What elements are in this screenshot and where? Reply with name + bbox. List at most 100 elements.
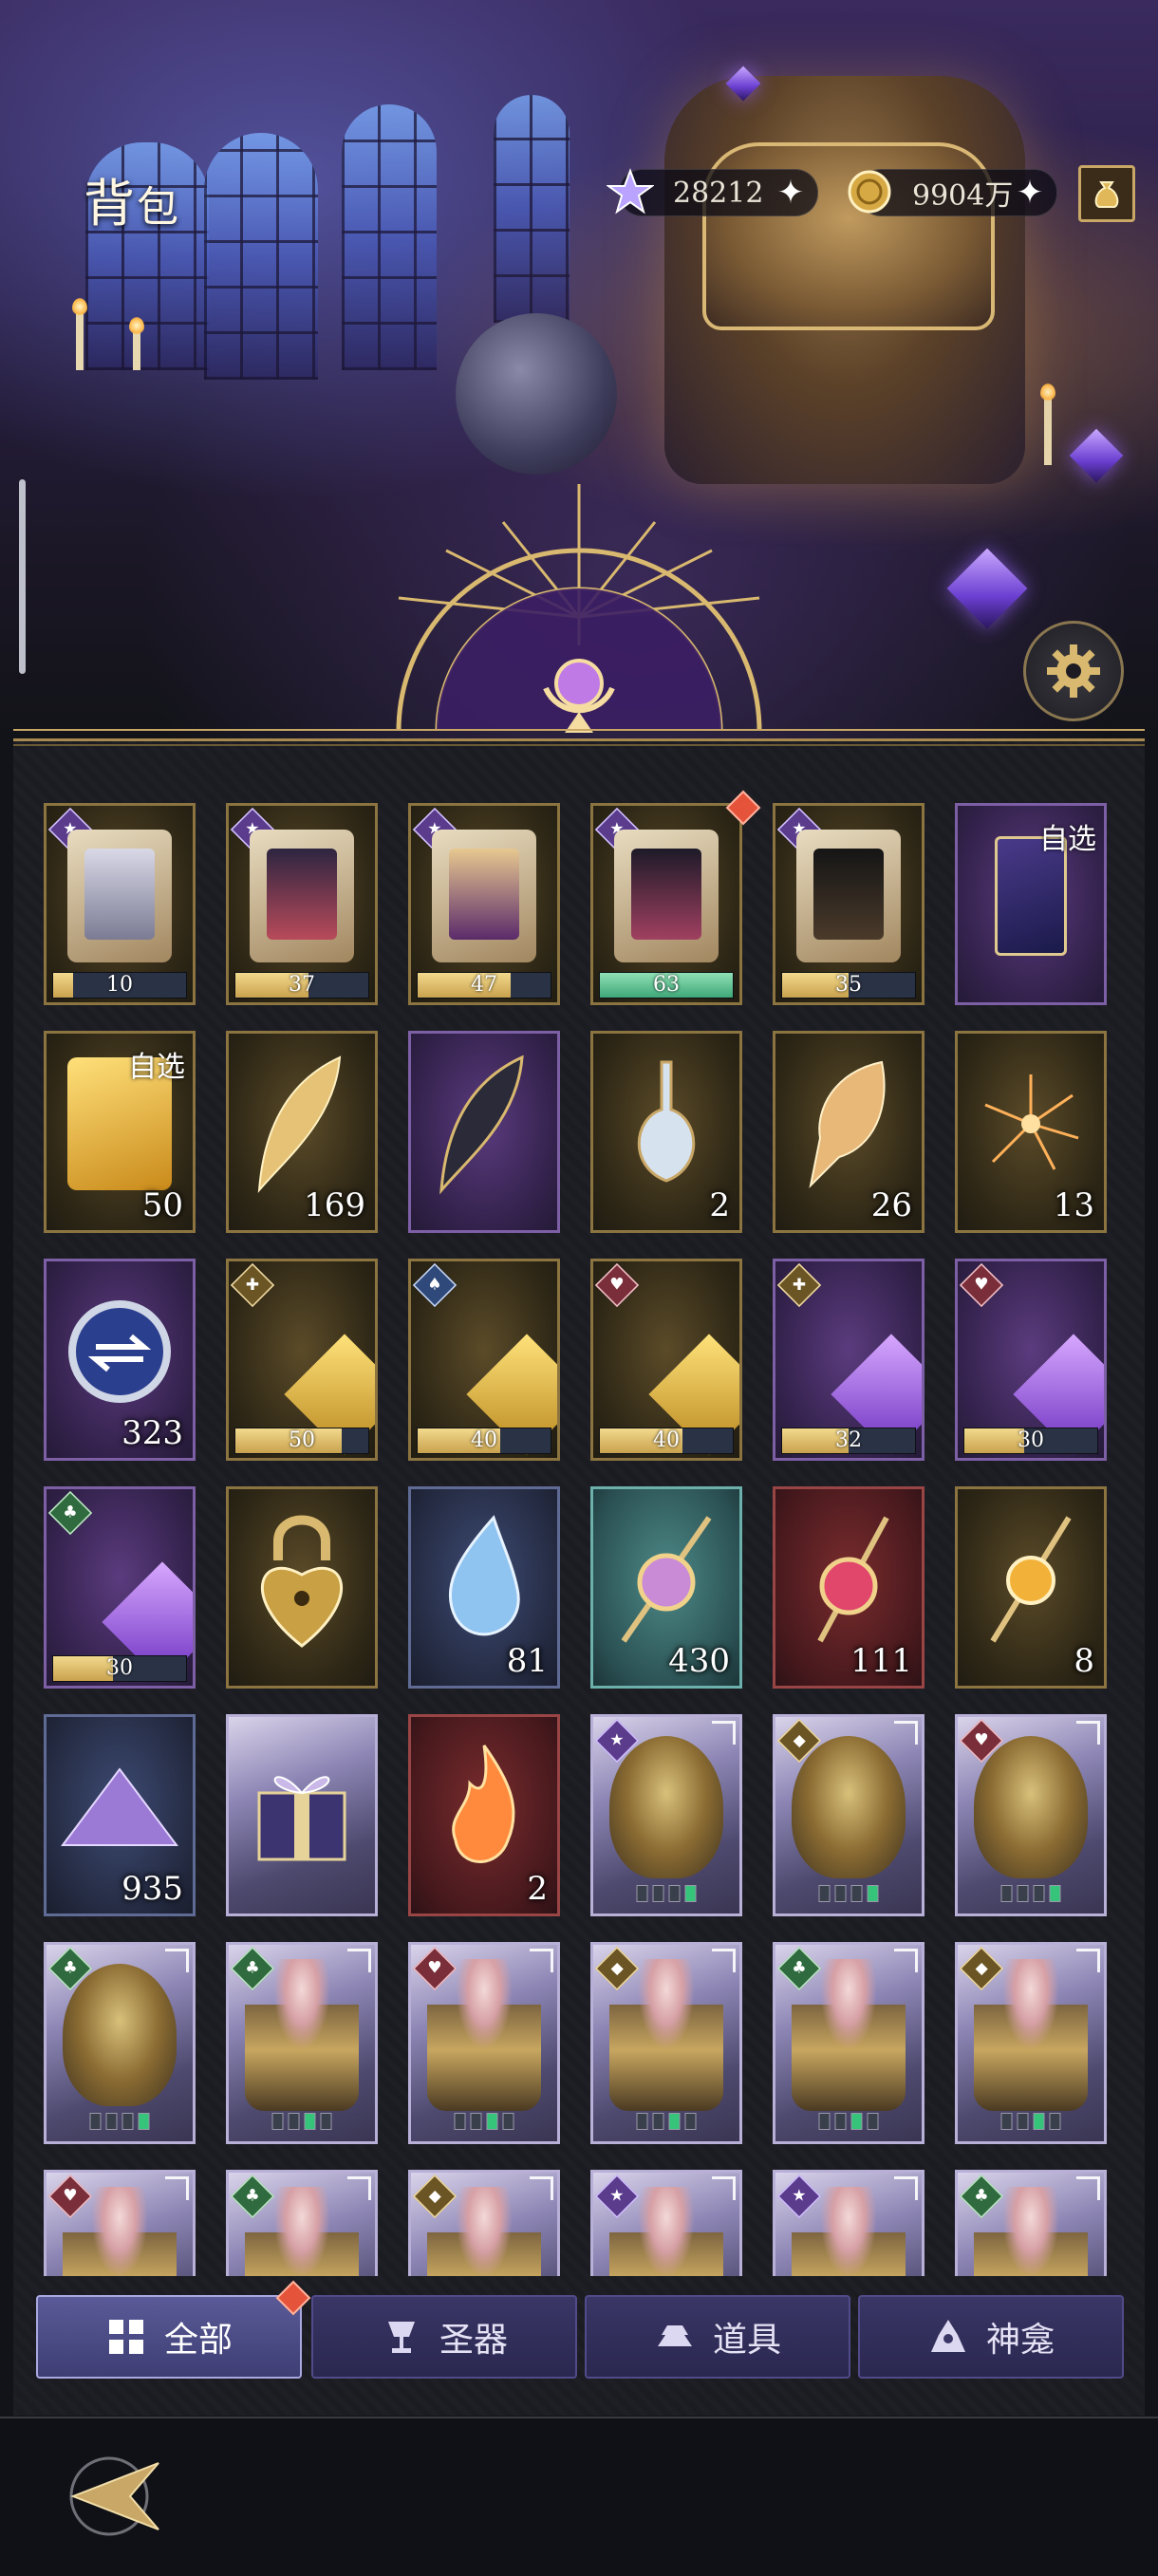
item-coin-token[interactable]: 323 [44,1259,196,1461]
orb-scepter-icon [990,1516,1072,1643]
shard-progress-bar: 40 [417,1428,551,1454]
item-gold-shard[interactable]: ♠ 40 [408,1259,560,1461]
item-count: 26 [870,1186,912,1224]
item-lotus-relic[interactable]: ★ [590,2170,742,2276]
star-gem-amount: 28212 [673,176,764,210]
backpack-illustration [664,76,1025,484]
item-tear-gem[interactable]: 81 [408,1486,560,1689]
stained-window [342,104,437,370]
tab-label: 全部 [163,2321,233,2360]
item-count: 169 [304,1186,365,1224]
item-sacred-card[interactable]: ◆ [773,1714,925,1916]
item-character-fragment[interactable]: ★ 10 [44,803,196,1005]
lotus-relic-icon [427,1959,541,2112]
item-lotus-relic[interactable]: ◆ [590,1942,742,2144]
level-pips [89,2113,150,2130]
lotus-relic-icon [792,2187,906,2276]
gift-box-icon [257,1776,346,1861]
lotus-relic-icon [245,1959,359,2112]
item-lotus-relic[interactable]: ♣ [226,1942,378,2144]
tab-relics[interactable]: 圣器 [311,2295,577,2379]
item-purple-shard[interactable]: ✚ 32 [773,1259,925,1461]
item-sacred-card[interactable]: ♣ [44,1942,196,2144]
item-lotus-relic[interactable]: ♥ [44,2170,196,2276]
item-character-fragment[interactable]: ★ 37 [226,803,378,1005]
fragment-progress-bar: 35 [781,972,916,999]
item-sacred-card[interactable]: ♥ [955,1714,1107,1916]
shard-progress-bar: 32 [781,1428,916,1454]
item-lotus-relic[interactable]: ♥ [408,1942,560,2144]
item-lotus-relic[interactable]: ◆ [955,1942,1107,2144]
item-select-card[interactable]: 自选 [955,803,1107,1005]
item-orb-scepter[interactable]: 8 [955,1486,1107,1689]
card-corner [165,1949,189,1972]
ruby-scepter-icon [817,1516,889,1643]
card-corner [894,1721,918,1745]
tab-items[interactable]: 道具 [585,2295,850,2379]
level-pips [818,1885,879,1902]
candle [1040,383,1055,465]
fragment-progress-bar: 47 [417,972,551,999]
star-gem-icon [603,164,658,219]
feather-icon [257,1055,342,1194]
crystal-decoration [946,548,1028,629]
shop-bag-button[interactable] [1078,165,1135,222]
relic-shield-icon [609,1736,723,1879]
side-drawer-handle[interactable] [19,479,26,674]
lotus-relic-icon [609,1959,723,2112]
item-scepter[interactable]: 430 [590,1486,742,1689]
stained-window [494,95,570,323]
item-potion[interactable]: 2 [590,1031,742,1233]
crystal-decoration [1069,428,1124,483]
back-button[interactable] [49,2439,173,2553]
item-flame[interactable]: 2 [408,1714,560,1916]
item-firework[interactable]: 13 [955,1031,1107,1233]
item-heart-lock[interactable] [226,1486,378,1689]
fragment-progress-bar: 63 [599,972,734,999]
heart-lock-icon [261,1515,343,1649]
select-label: 自选 [1039,823,1096,856]
item-gift-box[interactable] [226,1714,378,1916]
back-arrow-icon [69,2456,159,2536]
item-lotus-relic[interactable]: ♣ [955,2170,1107,2276]
tab-all[interactable]: 全部 [36,2295,302,2379]
item-crystal-pile[interactable]: 935 [44,1714,196,1916]
item-lotus-relic[interactable]: ◆ [408,2170,560,2276]
tab-shrine[interactable]: 神龛 [858,2295,1124,2379]
chalice-icon [381,2316,422,2358]
stained-window [204,133,318,380]
settings-button[interactable] [1023,621,1124,721]
level-pips [454,2113,514,2130]
item-lotus-relic[interactable]: ♣ [226,2170,378,2276]
tab-label: 道具 [712,2321,781,2360]
item-golden-feather[interactable]: 169 [226,1031,378,1233]
item-character-fragment[interactable]: ★ 63 [590,803,742,1005]
level-pips [271,2113,332,2130]
item-count: 111 [850,1642,912,1680]
puzzle-fragment-icon [432,830,536,963]
item-conch[interactable]: 26 [773,1031,925,1233]
item-gold-shard[interactable]: ♥ 40 [590,1259,742,1461]
item-character-fragment[interactable]: ★ 47 [408,803,560,1005]
item-select-fragment[interactable]: 自选 50 [44,1031,196,1233]
item-sacred-card[interactable]: ★ [590,1714,742,1916]
item-dark-feather[interactable] [408,1031,560,1233]
item-lotus-relic[interactable]: ♣ [773,1942,925,2144]
swap-token-icon [68,1300,171,1404]
item-purple-shard[interactable]: ♣ 30 [44,1486,196,1689]
add-gold-coin-button[interactable]: ✦ [1013,176,1047,210]
level-pips [1000,2113,1061,2130]
star-gem-currency: 28212 ✦ [607,168,818,216]
money-bag-icon [1094,181,1119,208]
moon-emblem [396,484,762,733]
gear-icon [1047,644,1100,698]
item-red-scepter[interactable]: 111 [773,1486,925,1689]
item-character-fragment[interactable]: ★ 35 [773,803,925,1005]
item-purple-shard[interactable]: ♥ 30 [955,1259,1107,1461]
lotus-relic-icon [609,2187,723,2276]
item-count: 81 [506,1642,548,1680]
item-gold-shard[interactable]: ✚ 50 [226,1259,378,1461]
lotus-relic-icon [974,1959,1088,2112]
item-lotus-relic[interactable]: ★ [773,2170,925,2276]
add-star-gem-button[interactable]: ✦ [774,176,808,210]
